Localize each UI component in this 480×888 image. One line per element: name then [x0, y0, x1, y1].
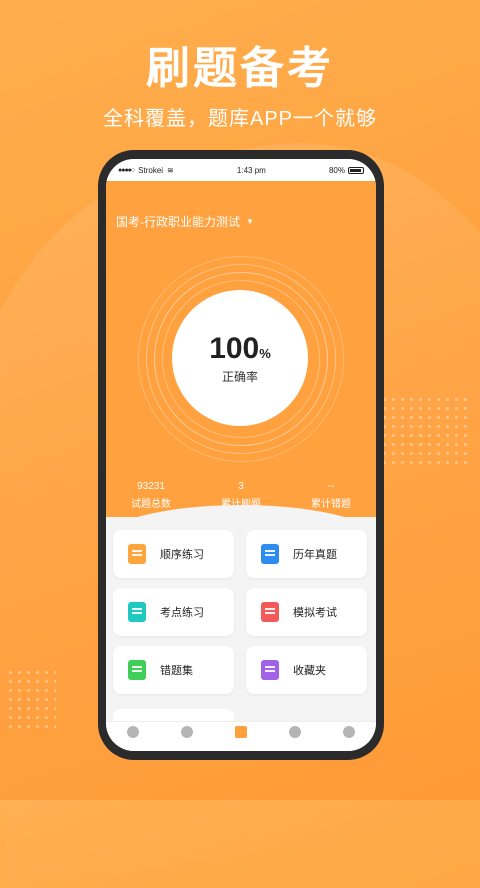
home-icon	[127, 726, 139, 738]
status-bar: ●●●●○ Strokei ≋ 1:43 pm 80%	[106, 159, 376, 181]
document-icon	[128, 602, 146, 622]
phone-frame: ●●●●○ Strokei ≋ 1:43 pm 80% 国考-行政职业能力测试 …	[98, 150, 384, 760]
tab-savings[interactable]	[160, 722, 214, 751]
bottom-tab-bar	[106, 721, 376, 751]
phone-screen: ●●●●○ Strokei ≋ 1:43 pm 80% 国考-行政职业能力测试 …	[106, 159, 376, 751]
tab-question-bank[interactable]	[214, 722, 268, 751]
past-exams-button[interactable]: 历年真题	[246, 530, 367, 578]
wrong-questions-button[interactable]: 错题集	[113, 646, 234, 694]
pencil-paper-icon	[261, 602, 279, 622]
dot-pattern	[380, 395, 470, 465]
practice-grid: 顺序练习 历年真题 考点练习 模拟考试 错题集 收藏夹	[113, 530, 369, 694]
wrong-doc-icon	[128, 660, 146, 680]
battery-percent: 80%	[328, 165, 345, 175]
accuracy-panel: 国考-行政职业能力测试 ▼ 100% 正确率 93231 试题总数 3 累计刷题	[106, 181, 376, 517]
promo-title: 刷题备考	[146, 44, 334, 93]
tab-home[interactable]	[106, 722, 160, 751]
dot-pattern	[6, 668, 56, 728]
carrier-signal: ●●●●○ Strokei ≋	[118, 166, 174, 175]
status-time: 1:43 pm	[236, 165, 266, 175]
profile-icon	[343, 726, 355, 738]
accuracy-value: 100%	[209, 331, 271, 365]
carrier-name: Strokei	[138, 165, 164, 175]
piggy-bank-icon	[181, 726, 193, 738]
accuracy-label: 正确率	[221, 369, 258, 384]
signal-icon: ●●●●○	[118, 166, 135, 174]
promo-subtitle: 全科覆盖，题库APP一个就够	[102, 108, 378, 130]
exam-name: 国考-行政职业能力测试	[116, 215, 240, 229]
battery-status: 80%	[329, 166, 364, 175]
stat-total-questions: 93231 试题总数	[131, 481, 171, 510]
book-icon	[128, 544, 146, 564]
accuracy-circle: 100% 正确率	[172, 290, 308, 426]
wifi-icon: ≋	[167, 165, 174, 175]
favorites-button[interactable]: 收藏夹	[246, 646, 367, 694]
video-icon	[289, 726, 301, 738]
topic-practice-button[interactable]: 考点练习	[113, 588, 234, 636]
tab-profile[interactable]	[322, 722, 376, 751]
question-bank-icon	[235, 726, 247, 738]
stat-wrong: -- 累计错题	[311, 481, 351, 510]
star-folder-icon	[261, 660, 279, 680]
caret-down-icon: ▼	[246, 217, 254, 226]
exam-selector[interactable]: 国考-行政职业能力测试 ▼	[116, 213, 254, 230]
tab-video[interactable]	[268, 722, 322, 751]
check-clipboard-icon	[261, 544, 279, 564]
mock-exam-button[interactable]: 模拟考试	[246, 588, 367, 636]
battery-icon	[347, 166, 364, 174]
sequential-practice-button[interactable]: 顺序练习	[113, 530, 234, 578]
